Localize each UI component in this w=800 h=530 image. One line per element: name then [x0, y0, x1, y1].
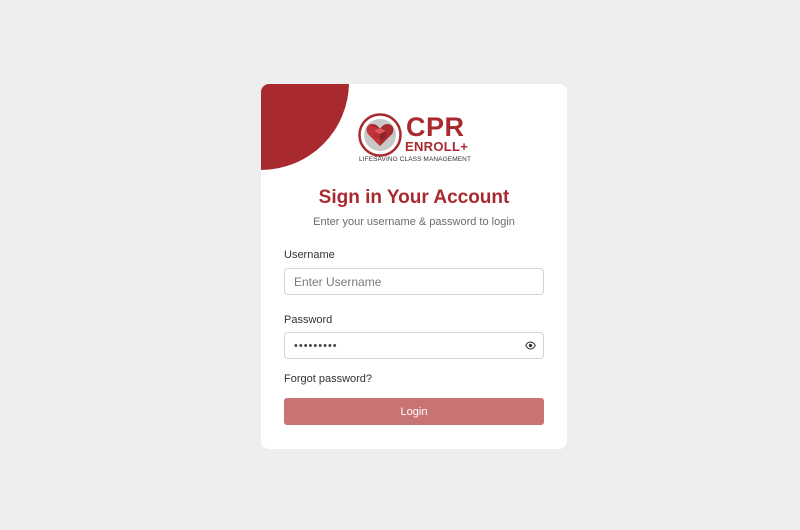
logo-cpr-text: CPR — [406, 112, 465, 142]
password-input[interactable] — [285, 333, 514, 358]
heart-cube-logo-icon — [358, 113, 402, 157]
forgot-password-link[interactable]: Forgot password? — [284, 373, 372, 385]
decorative-corner-shape — [261, 84, 349, 170]
logo-plus-text: + — [460, 139, 469, 154]
password-label: Password — [284, 314, 333, 326]
logo-tagline: LIFESAVING CLASS MANAGEMENT — [359, 156, 472, 163]
username-field-box — [284, 268, 544, 295]
username-label: Username — [284, 249, 335, 261]
username-input[interactable] — [285, 269, 514, 294]
login-button[interactable]: Login — [284, 398, 544, 425]
login-card: CPR ENROLL+ LIFESAVING CLASS MANAGEMENT … — [261, 84, 567, 449]
password-field-box — [284, 332, 544, 359]
page-title: Sign in Your Account — [318, 187, 510, 208]
brand-logo: CPR ENROLL+ LIFESAVING CLASS MANAGEMENT — [358, 111, 473, 167]
page-subtitle: Enter your username & password to login — [313, 216, 515, 228]
logo-enroll-text: ENROLL+ — [405, 139, 469, 154]
eye-icon[interactable] — [525, 340, 536, 351]
